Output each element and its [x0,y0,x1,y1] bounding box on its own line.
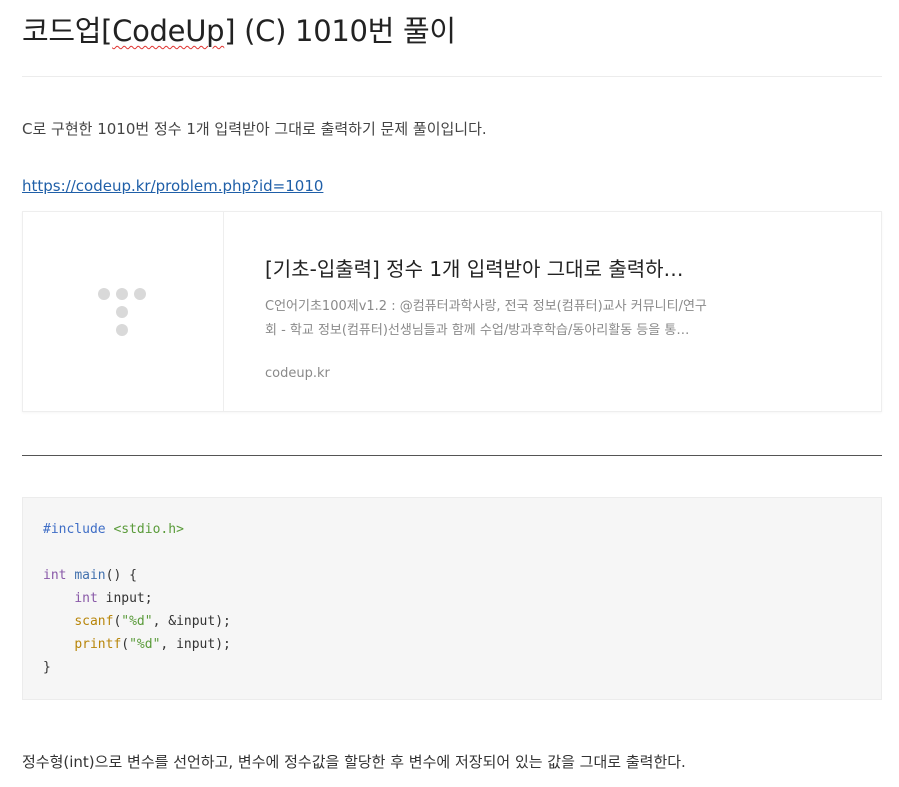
link-preview-description-line: C언어기초100제v1.2 : @컴퓨터과학사랑, 전국 정보(컴퓨터)교사 커… [265,299,707,314]
link-preview-thumbnail [23,212,224,411]
problem-link[interactable]: https://codeup.kr/problem.php?id=1010 [22,177,323,195]
intro-paragraph: C로 구현한 1010번 정수 1개 입력받아 그대로 출력하기 문제 풀이입니… [22,120,487,138]
section-divider [22,455,882,456]
page-title: 코드업[CodeUp] (C) 1010번 풀이 [22,8,456,50]
link-preview-title: [기초-입출력] 정수 1개 입력받아 그대로 출력하… [265,257,684,281]
code-token: , input); [160,637,231,652]
code-token: "%d" [121,614,153,629]
code-token: main [74,568,106,583]
code-token: #include [43,522,106,537]
code-token: input; [97,591,153,606]
code-token: () { [105,568,137,583]
title-prefix: 코드업[ [22,14,113,48]
code-token: int [43,568,67,583]
code-line: } [43,656,231,679]
title-divider [22,76,882,77]
code-line: printf("%d", input); [43,633,231,656]
closing-paragraph: 정수형(int)으로 변수를 선언하고, 변수에 정수값을 할당한 후 변수에 … [22,753,686,771]
code-token: int [74,591,98,606]
code-token: <stdio.h> [113,522,184,537]
code-token: scanf [74,614,114,629]
code-content: #include <stdio.h> int main() { int input… [43,518,231,679]
code-token: ( [121,637,130,652]
title-suffix: ] (C) 1010번 풀이 [224,14,456,48]
code-token: "%d" [129,637,161,652]
code-line: #include <stdio.h> [43,518,231,541]
link-preview-card[interactable]: [기초-입출력] 정수 1개 입력받아 그대로 출력하… C언어기초100제v1… [22,211,882,412]
link-preview-host: codeup.kr [265,366,330,381]
code-token: , &input); [152,614,231,629]
link-preview-description-line: 회 - 학교 정보(컴퓨터)선생님들과 함께 수업/방과후학습/동아리활동 등을… [265,323,690,338]
code-line: int main() { [43,564,231,587]
code-line: int input; [43,587,231,610]
code-token: } [43,660,51,675]
code-token: printf [74,637,122,652]
code-line: scanf("%d", &input); [43,610,231,633]
link-preview-description: C언어기초100제v1.2 : @컴퓨터과학사랑, 전국 정보(컴퓨터)교사 커… [265,295,735,343]
link-preview-body: [기초-입출력] 정수 1개 입력받아 그대로 출력하… C언어기초100제v1… [224,212,825,411]
code-block: #include <stdio.h> int main() { int input… [22,497,882,700]
title-spellcheck-word: CodeUp [112,14,225,48]
